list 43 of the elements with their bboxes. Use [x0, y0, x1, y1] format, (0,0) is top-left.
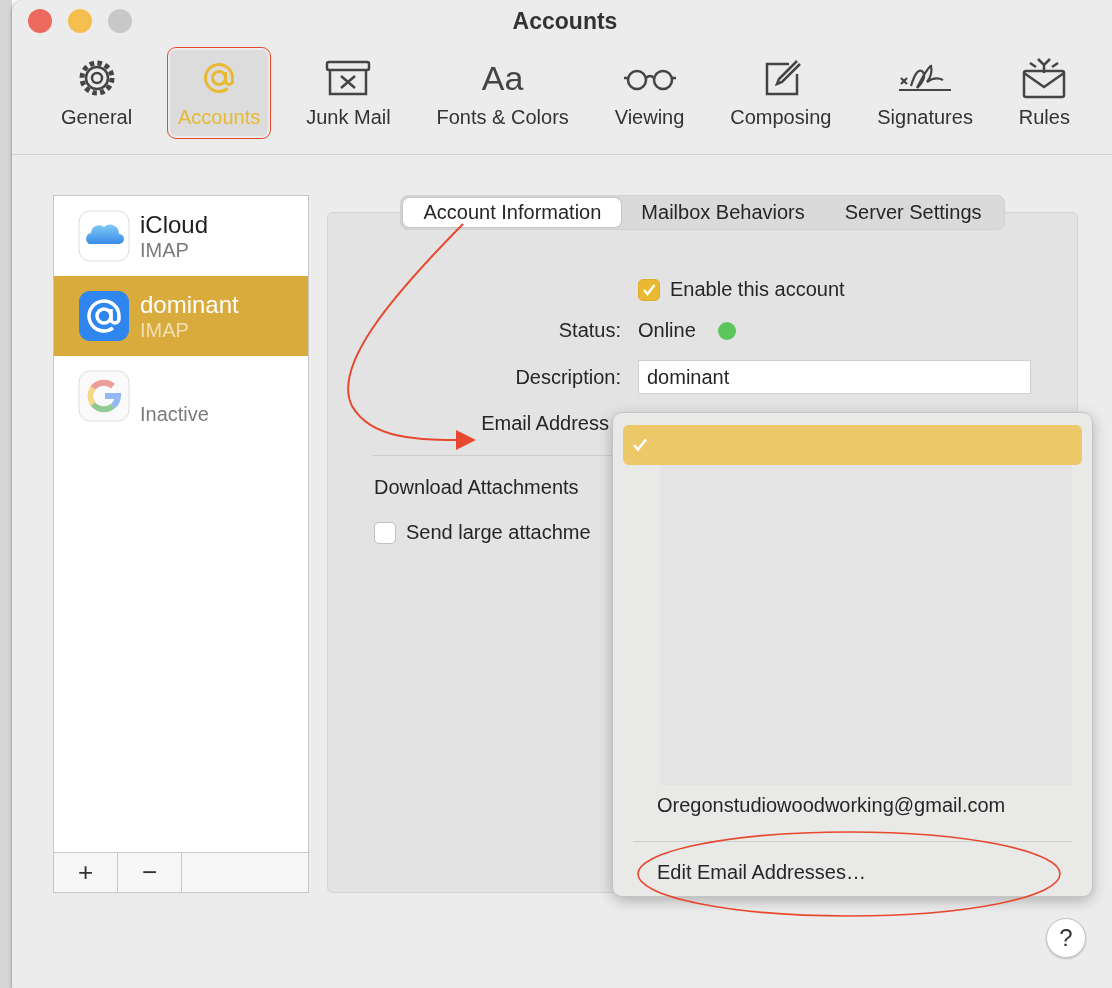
tab[interactable]: Server Settings [824, 198, 1002, 227]
account-name: iCloud [140, 210, 209, 239]
account-item[interactable]: iCloud IMAP [54, 196, 308, 276]
help-button[interactable]: ? [1046, 918, 1086, 958]
toolbar-tab[interactable]: Aa Fonts & Colors [428, 50, 577, 136]
g-logo-icon [78, 370, 130, 422]
close-button[interactable] [28, 9, 52, 33]
checkmark-icon [641, 281, 657, 298]
tab[interactable]: Mailbox Behaviors [621, 198, 825, 227]
toolbar-tab[interactable]: Signatures [869, 50, 981, 136]
checkbox-label: Enable this account [670, 278, 845, 301]
account-item[interactable]: Inactive [54, 356, 308, 436]
toolbar-tab[interactable]: Composing [722, 50, 840, 136]
menu-item[interactable] [623, 425, 1082, 465]
window-title: Accounts [511, 7, 619, 35]
checkbox[interactable] [374, 521, 396, 544]
menu-item[interactable]: Edit Email Addresses… [623, 852, 1082, 892]
cloud-icon [78, 210, 130, 262]
menu-item[interactable]: Oregonstudiowoodworking@gmail.com [623, 785, 1082, 825]
field-label: Email Address [480, 412, 610, 435]
toolbar-tab[interactable]: Junk Mail [298, 50, 399, 136]
add-button[interactable]: + [54, 853, 118, 892]
account-type: Inactive [140, 403, 209, 426]
status-value: Online [638, 319, 696, 342]
remove-button[interactable]: − [118, 853, 182, 892]
setting-label: Download Attachments [374, 476, 579, 499]
toolbar-tab[interactable]: General [53, 50, 141, 136]
at-sign-icon [78, 290, 130, 342]
field-label: Description: [514, 365, 621, 389]
account-type: IMAP [140, 238, 190, 262]
trash-tray-icon [324, 58, 373, 98]
toolbar-tab[interactable]: Rules [1010, 50, 1078, 136]
field-label: Status: [557, 319, 621, 342]
checkmark-icon [632, 437, 648, 453]
font-glyph-icon: Aa [481, 58, 524, 98]
description-field[interactable]: dominant [638, 360, 1031, 394]
tab[interactable]: Account Information [403, 198, 622, 227]
account-type: IMAP [140, 318, 190, 342]
checkbox[interactable] [638, 278, 660, 301]
account-name: dominant [140, 290, 239, 319]
checkbox-label: Send large attachme [406, 521, 591, 544]
toolbar-tab[interactable]: Viewing [606, 50, 693, 136]
minimize-button[interactable] [68, 9, 92, 33]
